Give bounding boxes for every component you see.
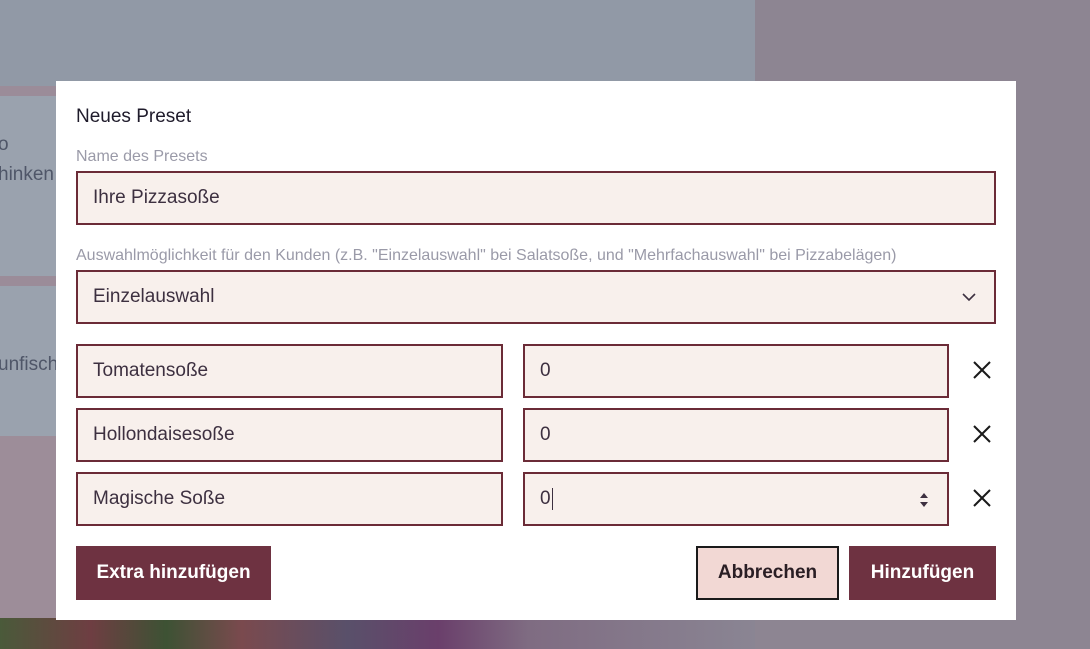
selection-mode-value: Einzelauswahl [93,286,215,307]
selection-mode-select[interactable]: Einzelauswahl [76,270,996,324]
extra-price-input[interactable]: 0 [523,472,949,526]
chevron-down-icon [962,293,976,302]
extra-name-value: Magische Soße [93,488,226,509]
background-text: o [0,134,9,155]
close-icon [973,425,991,443]
submit-button[interactable]: Hinzufügen [849,546,996,600]
preset-name-label: Name des Presets [76,148,208,165]
remove-extra-button[interactable] [970,422,994,446]
extra-price-value: 0 [540,360,551,381]
extra-name-value: Hollondaisesoße [93,424,235,445]
selection-mode-label: Auswahlmöglichkeit für den Kunden (z.B. … [76,247,897,264]
extra-price-value: 0 [540,424,551,445]
extra-name-input[interactable]: Tomatensoße [76,344,503,398]
extra-price-value: 0 [540,488,551,509]
preset-name-value: Ihre Pizzasoße [93,187,220,208]
cancel-button[interactable]: Abbrechen [696,546,839,600]
remove-extra-button[interactable] [970,486,994,510]
extra-name-input[interactable]: Hollondaisesoße [76,408,503,462]
dialog-title: Neues Preset [76,106,192,127]
close-icon [973,361,991,379]
remove-extra-button[interactable] [970,358,994,382]
new-preset-dialog: Neues Preset Name des Presets Ihre Pizza… [56,81,1016,620]
background-text: unfisch [0,354,59,375]
extra-name-input[interactable]: Magische Soße [76,472,503,526]
extra-price-input[interactable]: 0 [523,408,949,462]
text-cursor [551,488,553,510]
spinner-icon[interactable] [919,490,929,510]
extra-price-input[interactable]: 0 [523,344,949,398]
preset-name-input[interactable]: Ihre Pizzasoße [76,171,996,225]
extra-name-value: Tomatensoße [93,360,209,381]
background-text: hinken [0,164,54,185]
close-icon [973,489,991,507]
add-extra-button[interactable]: Extra hinzufügen [76,546,271,600]
background-photo [0,618,755,649]
